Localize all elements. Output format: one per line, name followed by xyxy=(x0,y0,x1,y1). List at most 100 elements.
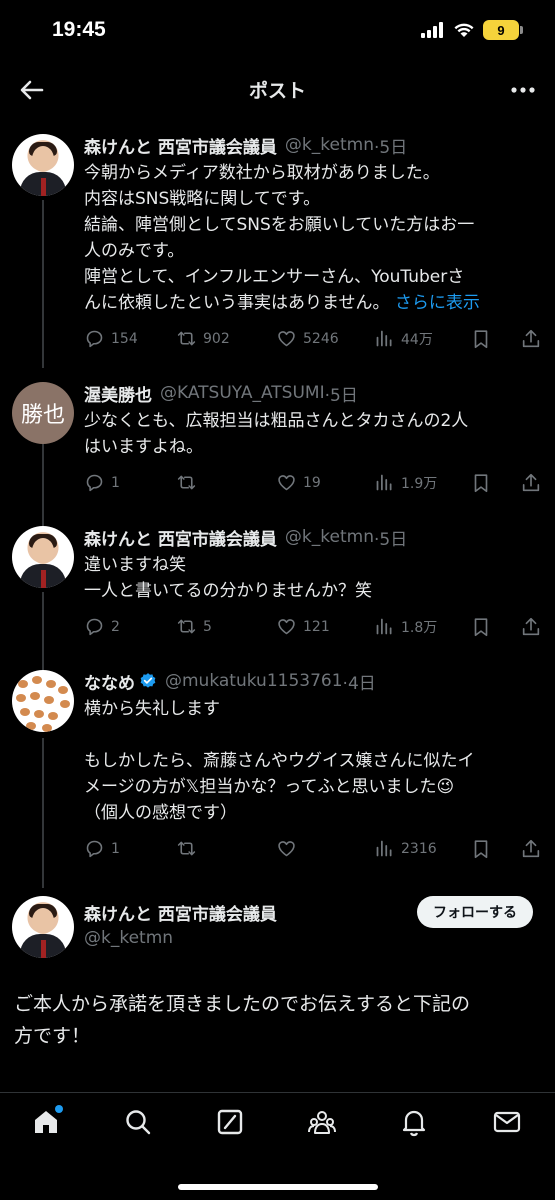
repost-button[interactable]: 5 xyxy=(176,616,212,637)
repost-button[interactable] xyxy=(176,472,203,493)
avatar-text: 勝也 xyxy=(20,403,65,428)
text-line: ご本人から承諾を頂きましたのでお伝えすると下記の xyxy=(14,993,471,1015)
reply-button[interactable]: 1 xyxy=(84,472,120,493)
user-handle[interactable]: @KATSUYA_ATSUMI xyxy=(160,383,325,403)
avatar[interactable] xyxy=(12,896,74,958)
post-text: 今朝からメディア数社から取材がありました。 内容はSNS戦略に関してです。 結論… xyxy=(84,160,541,316)
repost-count: 902 xyxy=(203,330,230,347)
user-handle[interactable]: @k_ketmn xyxy=(84,928,173,948)
repost-button[interactable]: 902 xyxy=(176,328,230,349)
repost-icon xyxy=(177,475,196,490)
bookmark-icon[interactable] xyxy=(470,838,492,860)
text-line: （個人の感想です） xyxy=(84,803,237,823)
share-icon[interactable] xyxy=(520,328,542,350)
post-text: 少なくとも、広報担当は粗品さんとタカさんの2人 はいますよね。 xyxy=(84,408,541,460)
post-actions: 1 2316 xyxy=(84,838,541,862)
nav-notifications[interactable] xyxy=(399,1107,429,1137)
nav-messages[interactable] xyxy=(492,1107,522,1137)
views-count: 1.9万 xyxy=(401,475,438,492)
messages-icon xyxy=(493,1111,521,1133)
display-name[interactable]: 森けんと 西宮市議会議員 xyxy=(84,133,277,158)
post-text: 違いますね笑 一人と書いてるの分かりませんか？笑 xyxy=(84,552,541,604)
like-button[interactable] xyxy=(276,838,303,859)
reply-post[interactable]: ななめ @mukatuku1153761 ·4日 横から失礼します もしかしたら… xyxy=(0,668,555,868)
views-button[interactable]: 1.8万 xyxy=(374,616,437,637)
notifications-icon xyxy=(402,1110,426,1137)
avatar[interactable] xyxy=(12,526,74,588)
reply-count: 1 xyxy=(111,474,120,491)
reply-post[interactable]: 勝也 渥美勝也 @KATSUYA_ATSUMI ·5日 少なくとも、広報担当は粗… xyxy=(0,380,555,500)
nav-communities[interactable] xyxy=(307,1107,337,1137)
like-button[interactable]: 5246 xyxy=(276,328,339,349)
views-button[interactable]: 2316 xyxy=(374,838,437,859)
user-handle[interactable]: @mukatuku1153761 xyxy=(165,671,343,691)
wifi-icon xyxy=(454,23,474,37)
reply-button[interactable]: 154 xyxy=(84,328,138,349)
post-time[interactable]: ·5日 xyxy=(374,133,407,158)
post-header: 森けんと 西宮市議会議員 @k_ketmn ·5日 xyxy=(84,132,541,158)
views-button[interactable]: 44万 xyxy=(374,328,433,349)
bookmark-icon[interactable] xyxy=(470,328,492,350)
views-count: 2316 xyxy=(401,840,437,857)
like-button[interactable]: 121 xyxy=(276,616,330,637)
heart-icon xyxy=(278,619,295,635)
text-line: 今朝からメディア数社から取材がありました。 xyxy=(84,163,440,183)
share-icon[interactable] xyxy=(520,838,542,860)
share-icon[interactable] xyxy=(520,616,542,638)
reply-icon xyxy=(86,840,103,858)
avatar[interactable] xyxy=(12,670,74,732)
more-options-icon[interactable] xyxy=(507,74,539,106)
text-line: はいますよね。 xyxy=(84,437,203,457)
post-time[interactable]: ·4日 xyxy=(343,669,376,694)
show-more-link[interactable]: さらに表示 xyxy=(395,293,480,313)
reply-button[interactable]: 1 xyxy=(84,838,120,859)
views-button[interactable]: 1.9万 xyxy=(374,472,437,493)
views-count: 44万 xyxy=(401,331,433,348)
bookmark-icon[interactable] xyxy=(470,472,492,494)
post-actions: 2 5 121 1.8万 xyxy=(84,616,541,640)
reply-post[interactable]: 森けんと 西宮市議会議員 @k_ketmn ·5日 今朝からメディア数社から取材… xyxy=(0,132,555,360)
nav-grok[interactable] xyxy=(215,1107,245,1137)
heart-icon xyxy=(278,331,295,347)
bookmark-icon[interactable] xyxy=(470,616,492,638)
reply-icon xyxy=(86,618,103,636)
repost-count: 5 xyxy=(203,618,212,635)
views-icon xyxy=(376,618,392,635)
share-icon[interactable] xyxy=(520,472,542,494)
avatar[interactable]: 勝也 xyxy=(12,382,74,444)
display-name[interactable]: 森けんと 西宮市議会議員 xyxy=(84,900,277,925)
text-line: んに依頼したという事実はありません。 さらに表示 xyxy=(84,293,480,313)
reply-button[interactable]: 2 xyxy=(84,616,120,637)
nav-home[interactable] xyxy=(31,1105,63,1137)
post-text: ご本人から承諾を頂きましたのでお伝えすると下記の 方です！ xyxy=(14,988,541,1052)
text-line: 陣営として、インフルエンサーさん、YouTuberさ xyxy=(84,267,465,287)
text-line: 横から失礼します xyxy=(84,699,220,719)
user-handle[interactable]: @k_ketmn xyxy=(285,135,374,155)
post-header: 渥美勝也 @KATSUYA_ATSUMI ·5日 xyxy=(84,380,541,406)
post-time[interactable]: ·5日 xyxy=(325,381,358,406)
like-button[interactable]: 19 xyxy=(276,472,321,493)
repost-button[interactable] xyxy=(176,838,203,859)
repost-icon xyxy=(177,619,196,634)
post-text: 横から失礼します もしかしたら、斎藤さんやウグイス嬢さんに似たイ メージの方が𝕏… xyxy=(84,696,541,826)
display-name[interactable]: 渥美勝也 xyxy=(84,381,152,406)
reply-post[interactable]: 森けんと 西宮市議会議員 @k_ketmn ·5日 違いますね笑 一人と書いてる… xyxy=(0,524,555,644)
display-name[interactable]: 森けんと 西宮市議会議員 xyxy=(84,525,277,550)
post-actions: 1 19 1.9万 xyxy=(84,472,541,496)
user-handle[interactable]: @k_ketmn xyxy=(285,527,374,547)
text-line: メージの方が𝕏担当かな？ってふと思いました😉 xyxy=(84,777,455,797)
nav-search[interactable] xyxy=(123,1107,153,1137)
header: ポスト xyxy=(0,62,555,118)
post-time[interactable]: ·5日 xyxy=(374,525,407,550)
avatar[interactable] xyxy=(12,134,74,196)
follow-button[interactable]: フォローする xyxy=(417,896,533,928)
heart-icon xyxy=(278,475,295,491)
verified-badge-icon xyxy=(140,673,156,688)
reply-count: 154 xyxy=(111,330,138,347)
text-line: 少なくとも、広報担当は粗品さんとタカさんの2人 xyxy=(84,411,469,431)
home-indicator[interactable] xyxy=(178,1184,378,1190)
text-line: 内容はSNS戦略に関してです。 xyxy=(84,189,321,209)
views-count: 1.8万 xyxy=(401,619,438,636)
display-name[interactable]: ななめ xyxy=(84,669,135,694)
views-icon xyxy=(376,330,392,347)
